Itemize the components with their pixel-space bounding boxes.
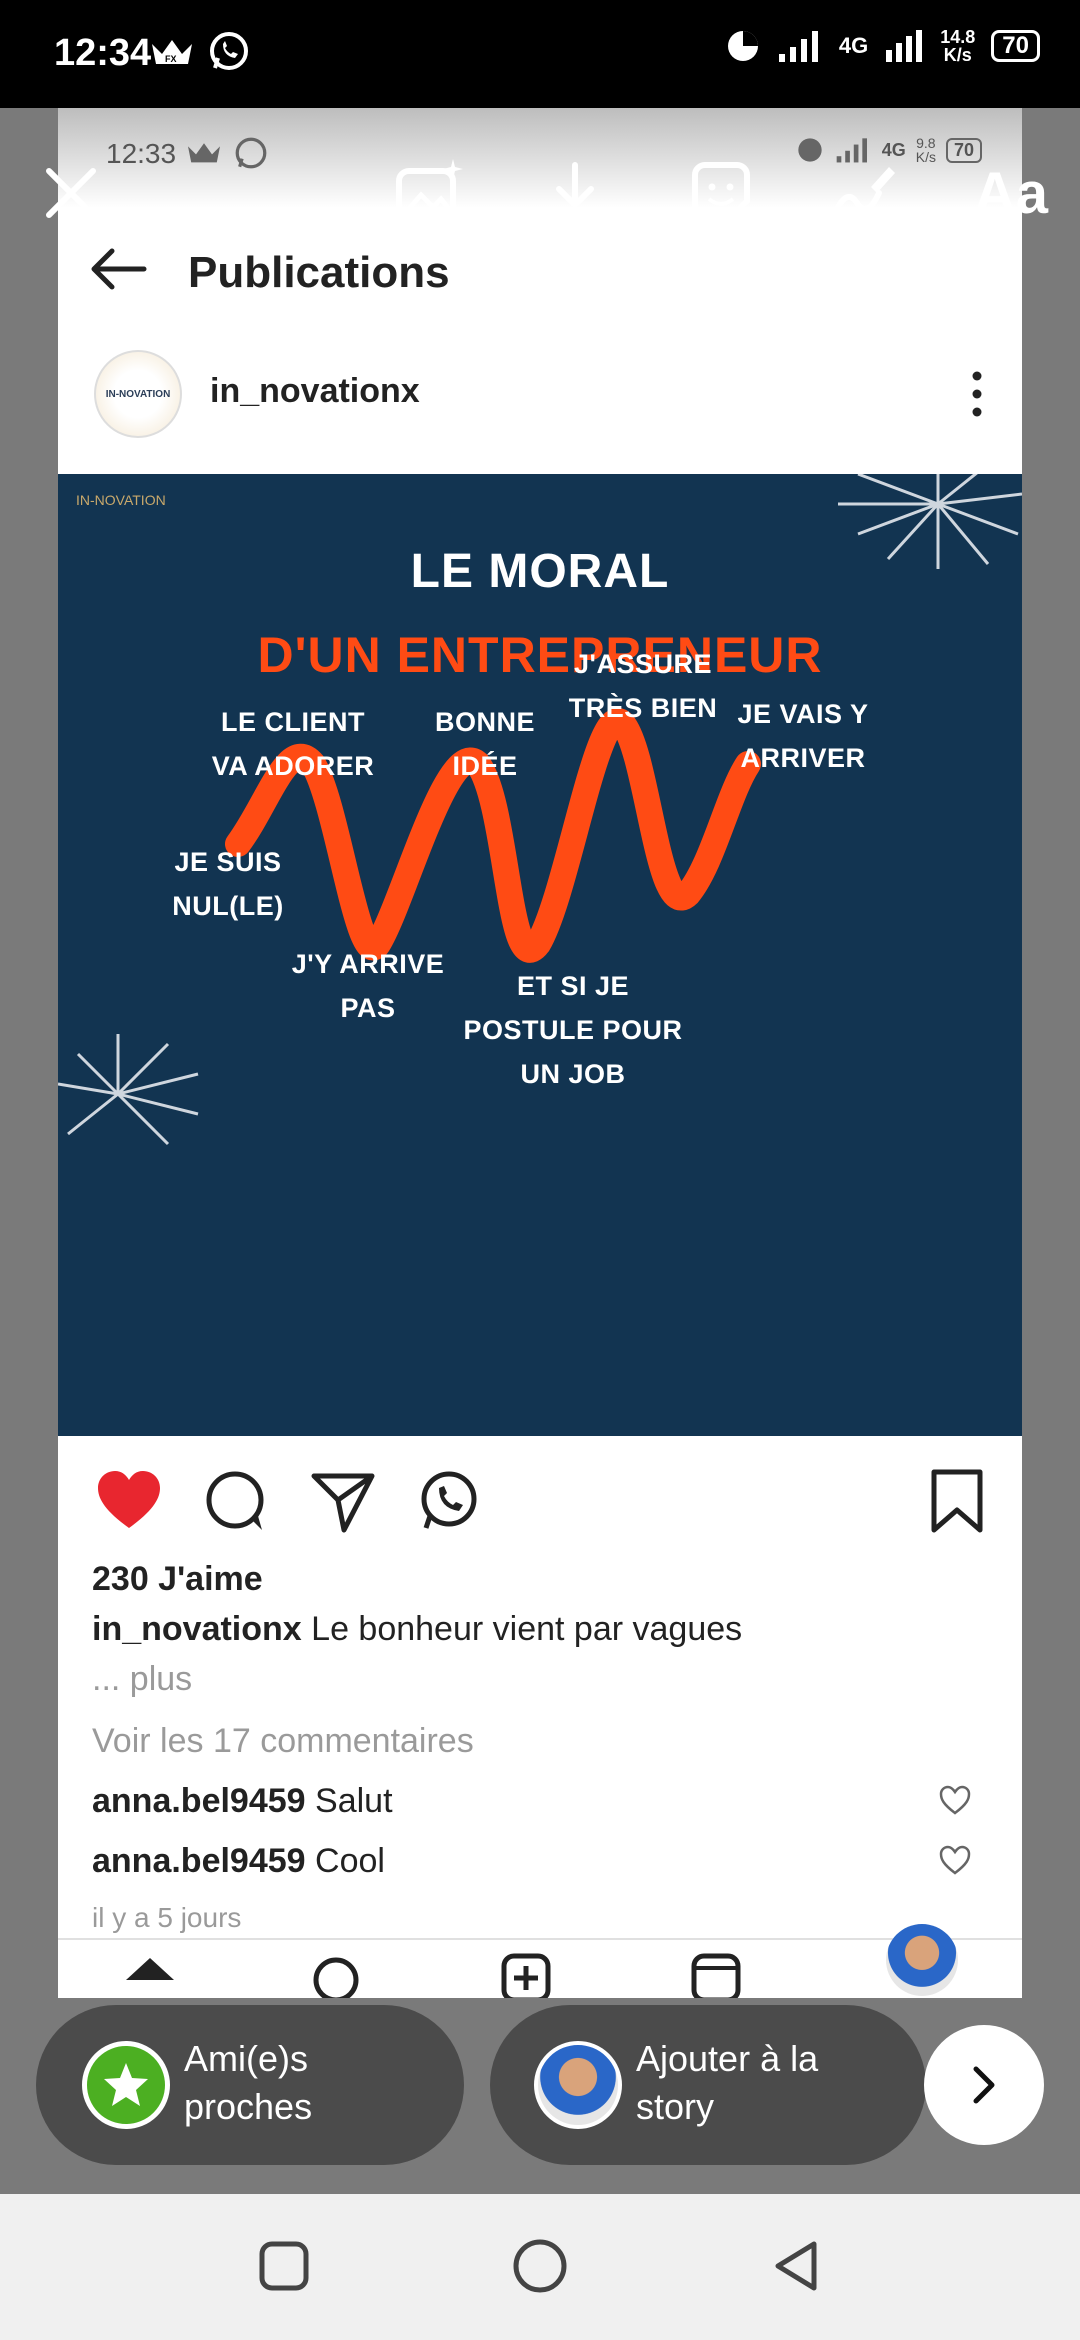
network-type: 4G <box>838 33 869 58</box>
sticker-button[interactable] <box>676 148 766 238</box>
add-to-story-label: Ajouter à la <box>636 2038 819 2079</box>
image-title-line1: LE MORAL <box>410 545 670 598</box>
heart-icon <box>98 1471 160 1528</box>
heart-outline-icon <box>939 1785 971 1815</box>
post-username: in_novationx <box>210 372 420 410</box>
post-header: IN-NOVATION in_novationx <box>58 328 1022 468</box>
brand-logo: IN-NOVATION <box>76 492 166 508</box>
post-image: IN-NOVATION LE MORAL D'UN ENTREPRENEUR J… <box>58 474 1022 1436</box>
post-actions <box>58 1436 1022 1556</box>
label-bonne-idee: BONNE IDÉE <box>434 707 535 781</box>
screenshot-bottom-nav <box>58 1924 1022 1998</box>
likes-count: 230 J'aime <box>92 1560 263 1598</box>
more-options-icon <box>972 371 982 417</box>
close-icon <box>46 168 96 218</box>
avatar: IN-NOVATION <box>94 350 182 438</box>
share-icon <box>311 1473 375 1533</box>
whatsapp-icon <box>210 32 248 70</box>
home-icon <box>126 1958 174 1980</box>
post-image-graphic <box>58 474 1022 1146</box>
close-button[interactable] <box>26 148 116 238</box>
image-title-line2: D'UN ENTREPRENEUR <box>257 627 823 683</box>
caption-text: Le bonheur vient par vagues <box>311 1610 743 1648</box>
label-je-vais: JE VAIS Y ARRIVER <box>737 699 869 773</box>
draw-button[interactable] <box>818 148 908 238</box>
recent-apps-icon[interactable] <box>254 2236 314 2296</box>
label-jassure: J'ASSURE TRÈS BIEN <box>568 649 718 723</box>
label-jy-arrive-pas: J'Y ARRIVE PAS <box>291 949 445 1023</box>
crown-icon: FX <box>152 40 192 64</box>
profile-avatar <box>886 1924 958 1996</box>
data-saver-icon <box>727 31 758 61</box>
comment-icon <box>206 1471 264 1530</box>
text-tool-button[interactable]: Aa <box>956 148 1066 238</box>
close-friends-button[interactable]: Ami(e)s proches <box>36 2005 464 2165</box>
sticker-icon <box>692 162 750 222</box>
label-le-client: LE CLIENT VA ADORER <box>211 707 375 781</box>
comment-row: anna.bel9459 Cool <box>92 1842 385 1880</box>
caption-more: ... plus <box>92 1660 193 1698</box>
home-button-icon[interactable] <box>510 2236 570 2296</box>
comment-row: anna.bel9459 Salut <box>92 1782 393 1820</box>
label-postule: ET SI JE POSTULE POUR UN JOB <box>463 971 683 1089</box>
system-navigation-bar <box>0 2194 1080 2340</box>
whatsapp-share-icon <box>421 1471 477 1529</box>
shared-screenshot: 12:33 4G 9.8 K/s 70 Publications IN-NOVA… <box>58 108 1022 1998</box>
story-canvas[interactable]: 12:33 4G 9.8 K/s 70 Publications IN-NOVA… <box>0 108 1080 2194</box>
burst-decoration-bottom-left <box>58 1034 199 1146</box>
network-speed: 14.8 K/s <box>940 27 976 65</box>
status-time: 12:34 <box>54 32 152 74</box>
star-icon <box>82 2041 170 2129</box>
signal-icon-2 <box>886 30 923 62</box>
svg-text:FX: FX <box>165 54 177 64</box>
bookmark-icon <box>931 1469 983 1533</box>
next-button[interactable] <box>924 2025 1044 2145</box>
view-comments: Voir les 17 commentaires <box>92 1722 474 1760</box>
label-je-suis-nul: JE SUIS NUL(LE) <box>172 847 284 921</box>
download-button[interactable] <box>530 148 620 238</box>
story-toolbar: Aa <box>0 148 1080 258</box>
post-time: il y a 5 jours <box>92 1902 242 1933</box>
add-image-button[interactable] <box>384 148 474 238</box>
avatar <box>534 2041 622 2129</box>
create-icon <box>501 1953 551 1998</box>
heart-outline-icon <box>939 1845 971 1875</box>
battery-indicator: 70 <box>991 30 1040 62</box>
download-icon <box>546 162 604 224</box>
search-icon <box>313 1957 359 1998</box>
signal-icon <box>778 31 818 62</box>
back-button-icon[interactable] <box>766 2236 826 2296</box>
chevron-right-icon <box>973 2066 995 2104</box>
caption: in_novationx Le bonheur vient par vagues <box>92 1610 742 1649</box>
reels-icon <box>691 1953 741 1998</box>
caption-username: in_novationx <box>92 1610 302 1648</box>
image-sparkle-icon <box>396 159 463 224</box>
draw-icon <box>832 167 895 216</box>
close-friends-label: Ami(e)s <box>184 2038 308 2079</box>
status-bar: 12:34 FX 4G 14.8 K/s 70 <box>0 0 1080 108</box>
add-to-story-button[interactable]: Ajouter à la story <box>490 2005 926 2165</box>
